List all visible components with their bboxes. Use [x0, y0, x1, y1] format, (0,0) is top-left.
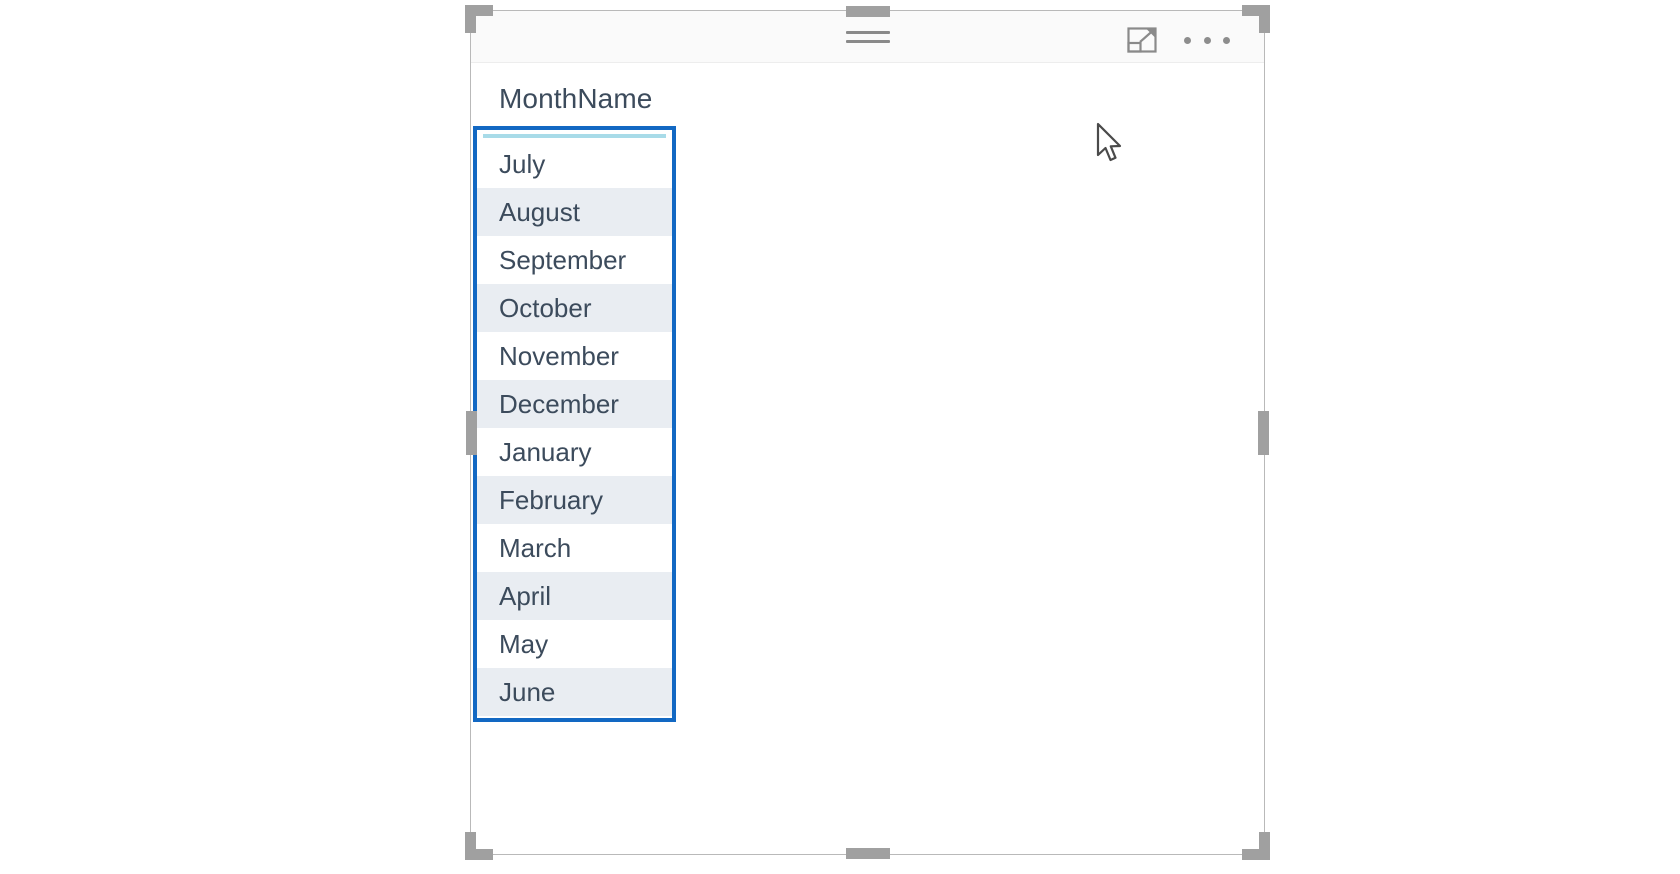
- resize-handle-top-right[interactable]: [1242, 5, 1270, 33]
- visual-header-bar: [471, 11, 1264, 63]
- resize-handle-top-left[interactable]: [465, 5, 493, 33]
- resize-handle-bottom-left[interactable]: [465, 832, 493, 860]
- sort-icon[interactable]: [845, 31, 890, 47]
- slicer-item-january[interactable]: January: [477, 428, 672, 476]
- slicer-item-june[interactable]: June: [477, 668, 672, 716]
- report-canvas: MonthName July August September October …: [0, 0, 1680, 874]
- slicer-item-february[interactable]: February: [477, 476, 672, 524]
- more-options-icon[interactable]: [1184, 33, 1230, 47]
- resize-handle-bottom[interactable]: [845, 848, 890, 859]
- slicer-item-list[interactable]: July August September October November D…: [473, 126, 676, 722]
- slicer-field-title: MonthName: [499, 83, 653, 114]
- slicer-item-april[interactable]: April: [477, 572, 672, 620]
- focus-mode-glyph: [1127, 27, 1157, 53]
- slicer-item-september[interactable]: September: [477, 236, 672, 284]
- slicer-item-march[interactable]: March: [477, 524, 672, 572]
- slicer-item-july[interactable]: July: [477, 140, 672, 188]
- sort-icon-bar: [845, 31, 890, 34]
- more-options-dot: [1203, 36, 1211, 44]
- slicer-item-august[interactable]: August: [477, 188, 672, 236]
- resize-handle-top[interactable]: [845, 6, 890, 17]
- focus-mode-icon[interactable]: [1126, 25, 1160, 55]
- resize-handle-right[interactable]: [1258, 410, 1269, 455]
- slicer-item-december[interactable]: December: [477, 380, 672, 428]
- slicer-header-rule: [483, 134, 666, 138]
- slicer-item-november[interactable]: November: [477, 332, 672, 380]
- resize-handle-left[interactable]: [466, 410, 477, 455]
- slicer-item-may[interactable]: May: [477, 620, 672, 668]
- more-options-dot: [1223, 36, 1230, 44]
- slicer-visual-container[interactable]: MonthName July August September October …: [465, 5, 1270, 860]
- sort-icon-bar: [845, 40, 890, 43]
- resize-handle-bottom-right[interactable]: [1242, 832, 1270, 860]
- more-options-dot: [1184, 36, 1191, 44]
- slicer-item-october[interactable]: October: [477, 284, 672, 332]
